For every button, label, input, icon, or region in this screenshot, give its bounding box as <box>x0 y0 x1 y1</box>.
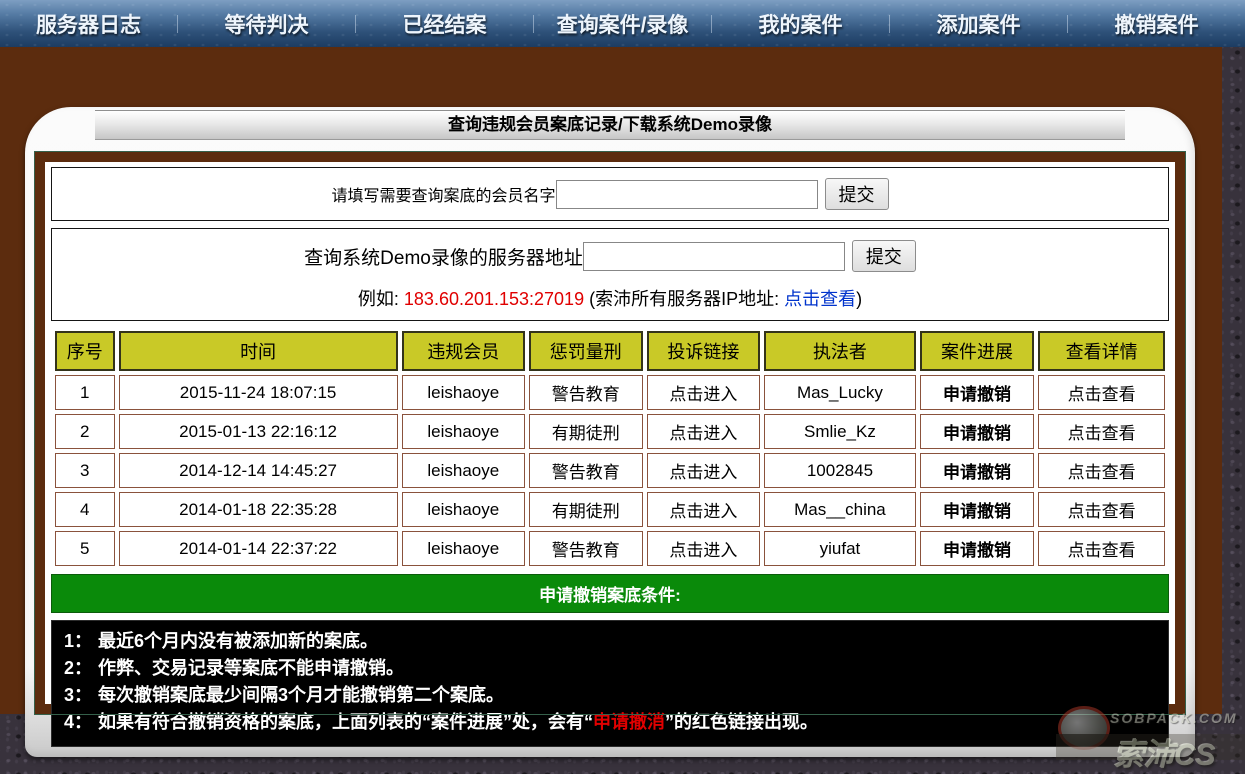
header-detail: 查看详情 <box>1038 331 1165 371</box>
nav-item-server-logs[interactable]: 服务器日志 <box>0 9 177 39</box>
nav-item-my-cases[interactable]: 我的案件 <box>712 9 889 39</box>
cell-time: 2014-01-18 22:35:28 <box>118 492 398 527</box>
table-row: 5 2014-01-14 22:37:22 leishaoye 警告教育 点击进… <box>55 531 1165 566</box>
table-row: 3 2014-12-14 14:45:27 leishaoye 警告教育 点击进… <box>55 453 1165 488</box>
cell-punishment: 警告教育 <box>528 375 643 410</box>
condition-item-4: 4： 如果有符合撤销资格的案底，上面列表的“案件进展”处，会有“申请撤消”的红色链… <box>64 709 1156 736</box>
cell-time: 2015-01-13 22:16:12 <box>118 414 398 449</box>
demo-query-submit-button[interactable]: 提交 <box>851 240 916 272</box>
cell-time: 2014-12-14 14:45:27 <box>118 453 398 488</box>
demo-query-form: 查询系统Demo录像的服务器地址 提交 例如: 183.60.201.153:2… <box>51 228 1169 321</box>
complaint-link[interactable]: 点击进入 <box>646 414 761 449</box>
header-complaint: 投诉链接 <box>646 331 761 371</box>
nav-item-closed-cases[interactable]: 已经结案 <box>356 9 533 39</box>
cell-enforcer: 1002845 <box>764 453 916 488</box>
violation-records-table: 序号 时间 违规会员 惩罚量刑 投诉链接 执法者 案件进展 查看详情 1 201… <box>51 327 1169 570</box>
condition-text: 每次撤销案底最少间隔3个月才能撤销第二个案底。 <box>98 685 505 705</box>
cell-member: leishaoye <box>401 375 525 410</box>
page-background: 服务器日志 等待判决 已经结案 查询案件/录像 我的案件 添加案件 撤销案件 查… <box>0 0 1245 774</box>
example-middle: (索沛所有服务器IP地址: <box>584 289 785 309</box>
cell-index: 3 <box>55 453 115 488</box>
member-query-submit-button[interactable]: 提交 <box>824 178 889 210</box>
nav-item-pending-verdict[interactable]: 等待判决 <box>178 9 355 39</box>
view-detail-link[interactable]: 点击查看 <box>1038 531 1165 566</box>
cell-time: 2014-01-14 22:37:22 <box>118 531 398 566</box>
condition-number: 2： <box>64 658 93 678</box>
content-box: 请填写需要查询案底的会员名字 提交 查询系统Demo录像的服务器地址 提交 例如… <box>34 151 1186 747</box>
header-enforcer: 执法者 <box>764 331 916 371</box>
cell-index: 5 <box>55 531 115 566</box>
nav-item-query-cases-demos[interactable]: 查询案件/录像 <box>534 9 711 39</box>
cell-member: leishaoye <box>401 453 525 488</box>
outer-frame: 查询违规会员案底记录/下载系统Demo录像 请填写需要查询案底的会员名字 提交 … <box>0 47 1222 757</box>
member-query-label: 请填写需要查询案底的会员名字 <box>331 188 556 205</box>
cell-time: 2015-11-24 18:07:15 <box>118 375 398 410</box>
table-row: 1 2015-11-24 18:07:15 leishaoye 警告教育 点击进… <box>55 375 1165 410</box>
cell-enforcer: Mas__china <box>764 492 916 527</box>
nav-item-add-case[interactable]: 添加案件 <box>890 9 1067 39</box>
view-detail-link[interactable]: 点击查看 <box>1038 375 1165 410</box>
condition-item-3: 3： 每次撤销案底最少间隔3个月才能撤销第二个案底。 <box>64 682 1156 709</box>
cell-index: 4 <box>55 492 115 527</box>
demo-query-input[interactable] <box>582 241 845 271</box>
condition-text: ”的红色链接出现。 <box>665 712 819 732</box>
condition-text: 如果有符合撤销资格的案底，上面列表的“案件进展”处，会有“ <box>98 712 594 732</box>
top-navigation: 服务器日志 等待判决 已经结案 查询案件/录像 我的案件 添加案件 撤销案件 <box>0 0 1245 47</box>
condition-number: 1： <box>64 631 93 651</box>
cell-enforcer: yiufat <box>764 531 916 566</box>
view-detail-link[interactable]: 点击查看 <box>1038 492 1165 527</box>
cell-index: 1 <box>55 375 115 410</box>
view-detail-link[interactable]: 点击查看 <box>1038 414 1165 449</box>
example-ip-address: 183.60.201.153:27019 <box>403 289 585 309</box>
content-window: 查询违规会员案底记录/下载系统Demo录像 请填写需要查询案底的会员名字 提交 … <box>25 107 1195 757</box>
condition-item-2: 2： 作弊、交易记录等案底不能申请撤销。 <box>64 655 1156 682</box>
demo-query-label: 查询系统Demo录像的服务器地址 <box>304 247 583 269</box>
table-row: 2 2015-01-13 22:16:12 leishaoye 有期徒刑 点击进… <box>55 414 1165 449</box>
cell-member: leishaoye <box>401 492 525 527</box>
condition-text: 作弊、交易记录等案底不能申请撤销。 <box>98 658 405 678</box>
revoke-request-link[interactable]: 申请撤销 <box>919 531 1035 566</box>
header-member: 违规会员 <box>401 331 525 371</box>
revoke-request-link[interactable]: 申请撤销 <box>919 492 1035 527</box>
header-punishment: 惩罚量刑 <box>528 331 643 371</box>
page-title: 查询违规会员案底记录/下载系统Demo录像 <box>95 110 1125 140</box>
cell-punishment: 警告教育 <box>528 453 643 488</box>
view-detail-link[interactable]: 点击查看 <box>1038 453 1165 488</box>
complaint-link[interactable]: 点击进入 <box>646 492 761 527</box>
conditions-list: 1： 最近6个月内没有被添加新的案底。 2： 作弊、交易记录等案底不能申请撤销。 3… <box>51 620 1169 747</box>
header-progress: 案件进展 <box>919 331 1035 371</box>
complaint-link[interactable]: 点击进入 <box>646 453 761 488</box>
cell-punishment: 有期徒刑 <box>528 414 643 449</box>
cell-punishment: 警告教育 <box>528 531 643 566</box>
member-query-input[interactable] <box>555 179 818 209</box>
header-time: 时间 <box>118 331 398 371</box>
condition-number: 3： <box>64 685 93 705</box>
revoke-request-link[interactable]: 申请撤销 <box>919 375 1035 410</box>
view-all-servers-link[interactable]: 点击查看 <box>784 289 856 309</box>
cell-index: 2 <box>55 414 115 449</box>
member-query-form: 请填写需要查询案底的会员名字 提交 <box>51 167 1169 221</box>
example-prefix: 例如: <box>357 289 404 309</box>
complaint-link[interactable]: 点击进入 <box>646 375 761 410</box>
cell-enforcer: Mas_Lucky <box>764 375 916 410</box>
condition-highlight-red: 申请撤消 <box>593 712 666 732</box>
cell-punishment: 有期徒刑 <box>528 492 643 527</box>
table-header-row: 序号 时间 违规会员 惩罚量刑 投诉链接 执法者 案件进展 查看详情 <box>55 331 1165 371</box>
condition-number: 4： <box>64 712 93 732</box>
revoke-request-link[interactable]: 申请撤销 <box>919 453 1035 488</box>
cell-member: leishaoye <box>401 531 525 566</box>
cell-member: leishaoye <box>401 414 525 449</box>
condition-item-1: 1： 最近6个月内没有被添加新的案底。 <box>64 628 1156 655</box>
conditions-title-bar: 申请撤销案底条件: <box>51 574 1169 613</box>
example-suffix: ) <box>856 289 863 309</box>
complaint-link[interactable]: 点击进入 <box>646 531 761 566</box>
revoke-request-link[interactable]: 申请撤销 <box>919 414 1035 449</box>
table-row: 4 2014-01-18 22:35:28 leishaoye 有期徒刑 点击进… <box>55 492 1165 527</box>
condition-text: 最近6个月内没有被添加新的案底。 <box>98 631 379 651</box>
nav-item-revoke-case[interactable]: 撤销案件 <box>1068 9 1245 39</box>
example-line: 例如: 183.60.201.153:27019 (索沛所有服务器IP地址: 点… <box>358 285 862 311</box>
cell-enforcer: Smlie_Kz <box>764 414 916 449</box>
header-index: 序号 <box>55 331 115 371</box>
